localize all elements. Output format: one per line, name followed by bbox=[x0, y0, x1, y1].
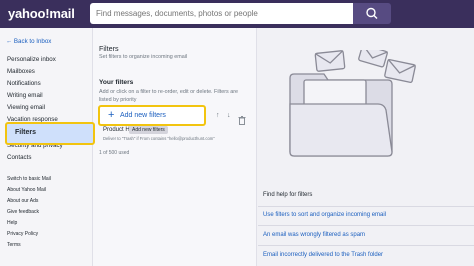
search-button[interactable] bbox=[353, 3, 391, 24]
move-down-icon[interactable]: ↓ bbox=[227, 112, 231, 119]
privacy-policy-link[interactable]: Privacy Policy bbox=[7, 231, 38, 237]
settings-sidebar: ← Back to Inbox Personalize inbox Mailbo… bbox=[0, 28, 93, 266]
sidebar-item-writing-email[interactable]: Writing email bbox=[7, 92, 43, 99]
top-bar: yahoo!mail bbox=[0, 0, 474, 28]
sidebar-item-contacts[interactable]: Contacts bbox=[7, 154, 31, 161]
sidebar-item-filters[interactable]: Filters bbox=[5, 122, 95, 145]
help-link-wrongly-spam[interactable]: An email was wrongly filtered as spam bbox=[263, 232, 365, 238]
page-subtitle: Set filters to organize incoming email bbox=[99, 54, 188, 60]
divider bbox=[258, 245, 474, 246]
help-link[interactable]: Help bbox=[7, 220, 17, 226]
page-title: Filters bbox=[99, 44, 119, 53]
about-ads-link[interactable]: About our Ads bbox=[7, 198, 38, 204]
filter-row[interactable]: Product H... Add new filters Deliver to … bbox=[99, 126, 229, 146]
sidebar-item-mailboxes[interactable]: Mailboxes bbox=[7, 68, 35, 75]
filters-used-count: 1 of 500 used bbox=[99, 150, 130, 156]
search-box bbox=[90, 3, 353, 24]
divider bbox=[258, 206, 474, 207]
delete-icon[interactable] bbox=[238, 112, 246, 130]
sidebar-item-personalize-inbox[interactable]: Personalize inbox bbox=[7, 56, 56, 63]
sidebar-item-filters-label: Filters bbox=[15, 129, 37, 136]
search-input[interactable] bbox=[90, 3, 346, 24]
your-filters-heading: Your filters bbox=[99, 79, 134, 86]
terms-link[interactable]: Terms bbox=[7, 242, 21, 248]
sidebar-item-viewing-email[interactable]: Viewing email bbox=[7, 104, 45, 111]
back-to-inbox-link[interactable]: ← Back to Inbox bbox=[6, 38, 51, 45]
filters-panel: Filters Set filters to organize incoming… bbox=[93, 28, 257, 266]
add-new-filters-button[interactable]: + Add new filters bbox=[98, 105, 206, 126]
trash-icon bbox=[238, 116, 246, 125]
help-heading: Find help for filters bbox=[263, 192, 313, 198]
switch-basic-mail-link[interactable]: Switch to basic Mail bbox=[7, 176, 51, 182]
about-yahoo-mail-link[interactable]: About Yahoo Mail bbox=[7, 187, 46, 193]
give-feedback-link[interactable]: Give feedback bbox=[7, 209, 39, 215]
search-icon bbox=[366, 7, 378, 19]
divider bbox=[258, 225, 474, 226]
plus-icon: + bbox=[108, 109, 115, 121]
sidebar-item-notifications[interactable]: Notifications bbox=[7, 80, 41, 87]
move-up-icon[interactable]: ↑ bbox=[216, 112, 220, 119]
filters-illustration bbox=[268, 44, 428, 170]
filters-description: Add or click on a filter to re-order, ed… bbox=[99, 89, 239, 103]
filter-rule: Deliver to "Trash" if From contains "hel… bbox=[103, 136, 215, 141]
yahoo-mail-logo[interactable]: yahoo!mail bbox=[8, 6, 75, 21]
help-link-trash-folder[interactable]: Email incorrectly delivered to the Trash… bbox=[263, 252, 383, 258]
add-new-filters-label: Add new filters bbox=[120, 112, 166, 119]
tooltip: Add new filters bbox=[129, 126, 168, 134]
help-link-sort-organize[interactable]: Use filters to sort and organize incomin… bbox=[263, 212, 386, 218]
